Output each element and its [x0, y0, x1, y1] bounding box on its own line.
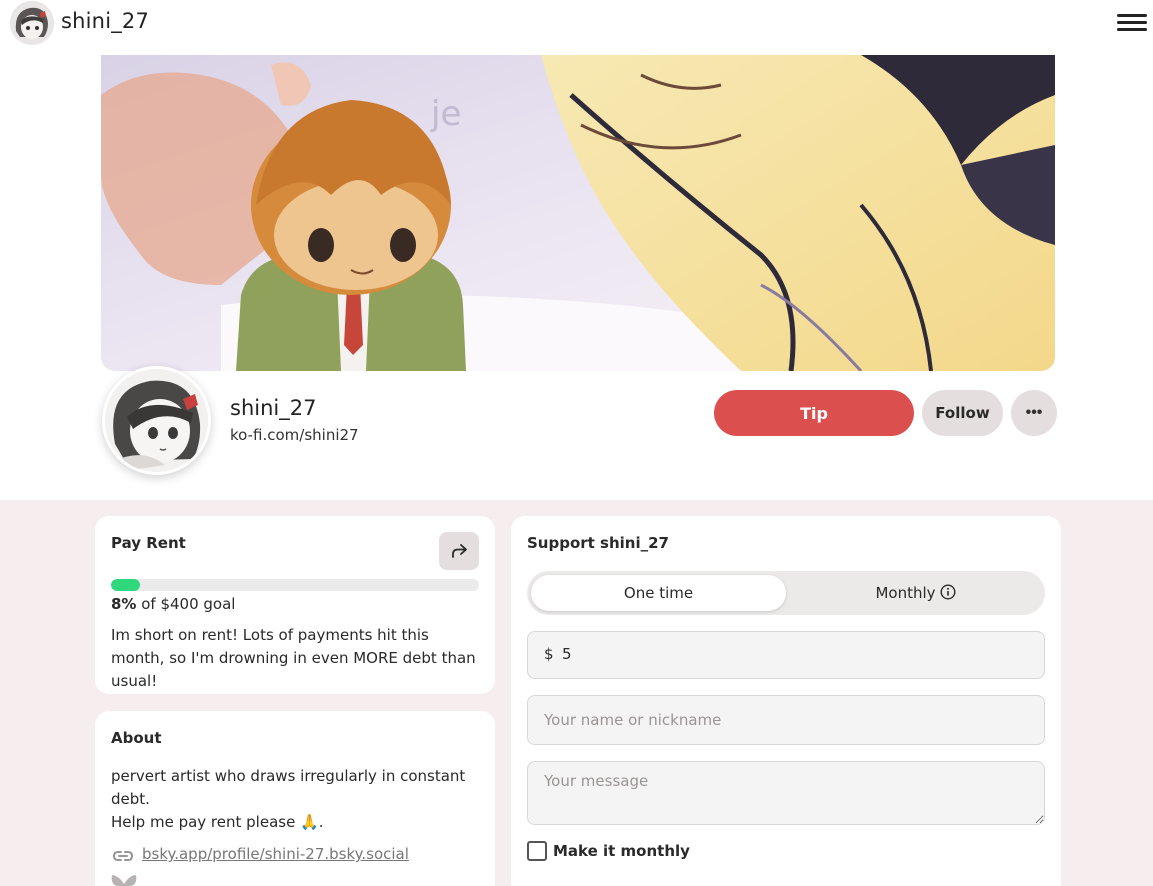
about-text-line-2: Help me pay rent please 🙏. [111, 813, 324, 831]
goal-percent: 8% [111, 595, 137, 613]
goal-progress-fill [111, 579, 141, 591]
monthly-tab-label: Monthly [875, 584, 936, 602]
bluesky-icon[interactable] [111, 874, 137, 886]
info-icon[interactable] [940, 584, 956, 600]
goal-progress-text: 8% of $400 goal [111, 595, 235, 613]
profile-url[interactable]: ko-fi.com/shini27 [230, 426, 359, 444]
goal-progress-bar [111, 579, 479, 591]
make-monthly-label[interactable]: Make it monthly [553, 842, 690, 860]
top-bar: shini_27 [0, 0, 1153, 46]
about-text-line-1: pervert artist who draws irregularly in … [111, 767, 466, 808]
share-button[interactable] [439, 532, 479, 570]
monthly-tab[interactable]: Monthly [790, 575, 1041, 611]
cover-banner: je [101, 55, 1055, 371]
more-options-button[interactable]: ••• [1011, 390, 1057, 436]
svg-text:je: je [430, 94, 461, 134]
profile-name: shini_27 [230, 396, 317, 420]
about-title: About [111, 729, 162, 747]
about-card: About pervert artist who draws irregular… [95, 711, 495, 886]
name-input[interactable] [527, 695, 1045, 745]
support-card: Support shini_27 One time Monthly $ 5 Ma… [511, 516, 1061, 886]
currency-symbol: $ [544, 645, 554, 663]
bluesky-profile-link[interactable]: bsky.app/profile/shini-27.bsky.social [142, 845, 409, 863]
one-time-tab[interactable]: One time [531, 575, 786, 611]
content-section: Pay Rent 8% of $400 goal Im short on ren… [0, 500, 1153, 886]
profile-avatar[interactable] [102, 366, 211, 475]
tip-button[interactable]: Tip [714, 390, 914, 436]
goal-title: Pay Rent [111, 534, 186, 552]
amount-value: 5 [562, 645, 572, 663]
goal-card: Pay Rent 8% of $400 goal Im short on ren… [95, 516, 495, 694]
follow-button[interactable]: Follow [922, 390, 1003, 436]
header-avatar[interactable] [10, 1, 54, 45]
make-monthly-checkbox[interactable] [527, 841, 547, 861]
header-username[interactable]: shini_27 [61, 9, 149, 33]
amount-input[interactable]: $ 5 [527, 631, 1045, 679]
message-input[interactable] [527, 761, 1045, 825]
menu-icon[interactable] [1117, 14, 1147, 32]
goal-amount-text: of $400 goal [136, 595, 236, 613]
about-text: pervert artist who draws irregularly in … [111, 765, 483, 834]
support-title: Support shini_27 [527, 534, 669, 552]
share-icon [452, 544, 467, 558]
frequency-toggle: One time Monthly [527, 571, 1045, 615]
link-icon [113, 851, 133, 861]
goal-description: Im short on rent! Lots of payments hit t… [111, 626, 476, 690]
